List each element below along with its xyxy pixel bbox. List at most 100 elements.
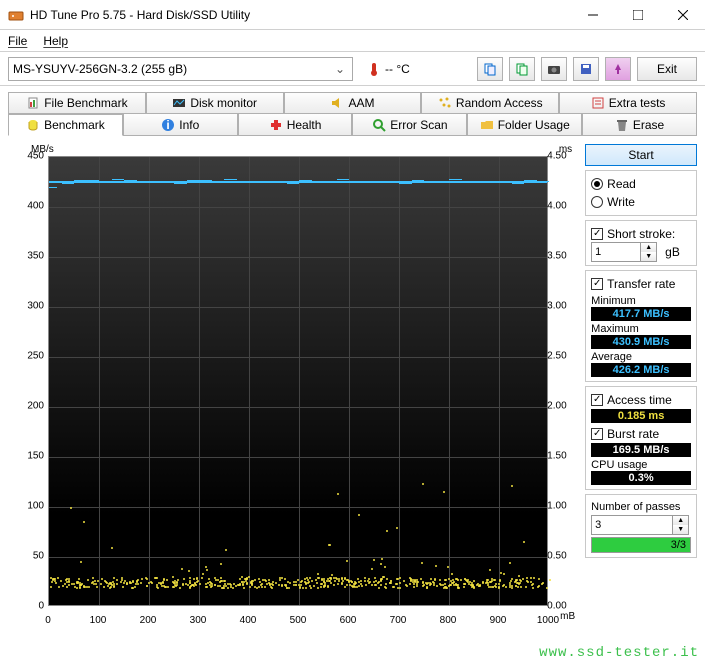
y-right-tick: 3.50 xyxy=(547,251,577,262)
y-left-tick: 200 xyxy=(8,401,44,412)
transfer-rate-checkbox[interactable]: ✓ xyxy=(591,278,603,290)
y-right-tick: 1.50 xyxy=(547,451,577,462)
average-value: 426.2 MB/s xyxy=(591,363,691,377)
progress-bar: 3/3 xyxy=(591,537,691,553)
short-stroke-spinner[interactable]: ▲▼ xyxy=(591,242,657,262)
tabs-row-top: File Benchmark Disk monitor AAM Random A… xyxy=(8,92,697,114)
tabs-row-bottom: Benchmark iInfo Health Error Scan Folder… xyxy=(8,114,697,136)
transfer-rate-label: Transfer rate xyxy=(607,277,675,291)
minimize-button[interactable] xyxy=(570,0,615,29)
tab-random-access[interactable]: Random Access xyxy=(421,92,559,114)
exit-button[interactable]: Exit xyxy=(637,57,697,81)
write-label: Write xyxy=(607,195,635,209)
y-right-tick: 2.00 xyxy=(547,401,577,412)
y-right-tick: 1.00 xyxy=(547,501,577,512)
y-left-tick: 100 xyxy=(8,501,44,512)
tab-file-benchmark[interactable]: File Benchmark xyxy=(8,92,146,114)
speaker-icon xyxy=(330,96,344,110)
disk-monitor-icon xyxy=(172,96,186,110)
tab-folder-usage[interactable]: Folder Usage xyxy=(467,114,582,136)
passes-group: Number of passes ▲▼ 3/3 xyxy=(585,494,697,558)
average-label: Average xyxy=(591,351,691,363)
y-left-tick: 150 xyxy=(8,451,44,462)
side-panel: Start Read Write ✓ Short stroke: ▲▼ gB ✓ T… xyxy=(585,144,697,634)
tab-extra-tests[interactable]: Extra tests xyxy=(559,92,697,114)
access-time-checkbox[interactable]: ✓ xyxy=(591,394,603,406)
read-label: Read xyxy=(607,177,636,191)
menu-help[interactable]: Help xyxy=(43,34,68,48)
short-stroke-checkbox[interactable]: ✓ xyxy=(591,228,603,240)
tab-health[interactable]: Health xyxy=(238,114,353,136)
health-icon xyxy=(269,118,283,132)
write-radio[interactable] xyxy=(591,196,603,208)
options-button[interactable] xyxy=(605,57,631,81)
x-tick: 500 xyxy=(290,615,307,626)
temperature-value: -- °C xyxy=(385,62,410,76)
x-tick: 0 xyxy=(45,615,51,626)
tabs-container: File Benchmark Disk monitor AAM Random A… xyxy=(0,86,705,136)
y-right-tick: 4.00 xyxy=(547,201,577,212)
thermometer-icon xyxy=(367,62,381,76)
y-left-tick: 0 xyxy=(8,601,44,612)
y-left-tick: 50 xyxy=(8,551,44,562)
passes-label: Number of passes xyxy=(591,501,691,513)
y-left-tick: 350 xyxy=(8,251,44,262)
burst-rate-label: Burst rate xyxy=(607,427,659,441)
maximum-value: 430.9 MB/s xyxy=(591,335,691,349)
maximize-button[interactable] xyxy=(615,0,660,29)
trash-icon xyxy=(615,118,629,132)
transfer-rate-group: ✓Transfer rate Minimum 417.7 MB/s Maximu… xyxy=(585,270,697,382)
toolbar: MS-YSUYV-256GN-3.2 (255 gB) ⌄ -- °C Exit xyxy=(0,52,705,86)
cpu-usage-value: 0.3% xyxy=(591,471,691,485)
x-tick: 600 xyxy=(340,615,357,626)
menu-file[interactable]: File xyxy=(8,34,27,48)
copy-screenshot-button[interactable] xyxy=(509,57,535,81)
close-button[interactable] xyxy=(660,0,705,29)
access-burst-group: ✓Access time 0.185 ms ✓Burst rate 169.5 … xyxy=(585,386,697,490)
tab-error-scan[interactable]: Error Scan xyxy=(352,114,467,136)
random-access-icon xyxy=(438,96,452,110)
y-right-tick: 3.00 xyxy=(547,301,577,312)
start-button[interactable]: Start xyxy=(585,144,697,166)
passes-spinner[interactable]: ▲▼ xyxy=(591,515,691,535)
benchmark-chart xyxy=(48,156,548,606)
burst-rate-checkbox[interactable]: ✓ xyxy=(591,428,603,440)
main-area: MB/s ms mB 0501001502002503003504004500.… xyxy=(0,136,705,642)
maximum-label: Maximum xyxy=(591,323,691,335)
read-radio[interactable] xyxy=(591,178,603,190)
tab-info[interactable]: iInfo xyxy=(123,114,238,136)
x-tick: 1000 xyxy=(537,615,559,626)
tab-erase[interactable]: Erase xyxy=(582,114,697,136)
short-stroke-label: Short stroke: xyxy=(607,227,675,241)
x-tick: 900 xyxy=(490,615,507,626)
app-icon xyxy=(8,7,24,23)
x-axis-unit: mB xyxy=(560,611,575,622)
y-right-tick: 0.00 xyxy=(547,601,577,612)
save-button[interactable] xyxy=(573,57,599,81)
folder-icon xyxy=(480,118,494,132)
y-right-tick: 2.50 xyxy=(547,351,577,362)
short-stroke-input[interactable] xyxy=(591,242,641,262)
info-icon: i xyxy=(161,118,175,132)
watermark: www.ssd-tester.it xyxy=(539,645,699,661)
minimum-value: 417.7 MB/s xyxy=(591,307,691,321)
screenshot-button[interactable] xyxy=(541,57,567,81)
benchmark-icon xyxy=(26,118,40,132)
y-right-tick: 4.50 xyxy=(547,151,577,162)
burst-rate-value: 169.5 MB/s xyxy=(591,443,691,457)
svg-text:i: i xyxy=(167,118,170,132)
passes-input[interactable] xyxy=(591,515,673,535)
y-left-tick: 300 xyxy=(8,301,44,312)
copy-info-button[interactable] xyxy=(477,57,503,81)
device-select[interactable]: MS-YSUYV-256GN-3.2 (255 gB) ⌄ xyxy=(8,57,353,81)
file-benchmark-icon xyxy=(26,96,40,110)
menu-bar: File Help xyxy=(0,30,705,52)
x-tick: 200 xyxy=(140,615,157,626)
short-stroke-unit: gB xyxy=(665,245,680,259)
y-left-tick: 450 xyxy=(8,151,44,162)
tab-aam[interactable]: AAM xyxy=(284,92,422,114)
x-tick: 100 xyxy=(90,615,107,626)
tab-benchmark[interactable]: Benchmark xyxy=(8,114,123,136)
tab-disk-monitor[interactable]: Disk monitor xyxy=(146,92,284,114)
y-left-tick: 250 xyxy=(8,351,44,362)
